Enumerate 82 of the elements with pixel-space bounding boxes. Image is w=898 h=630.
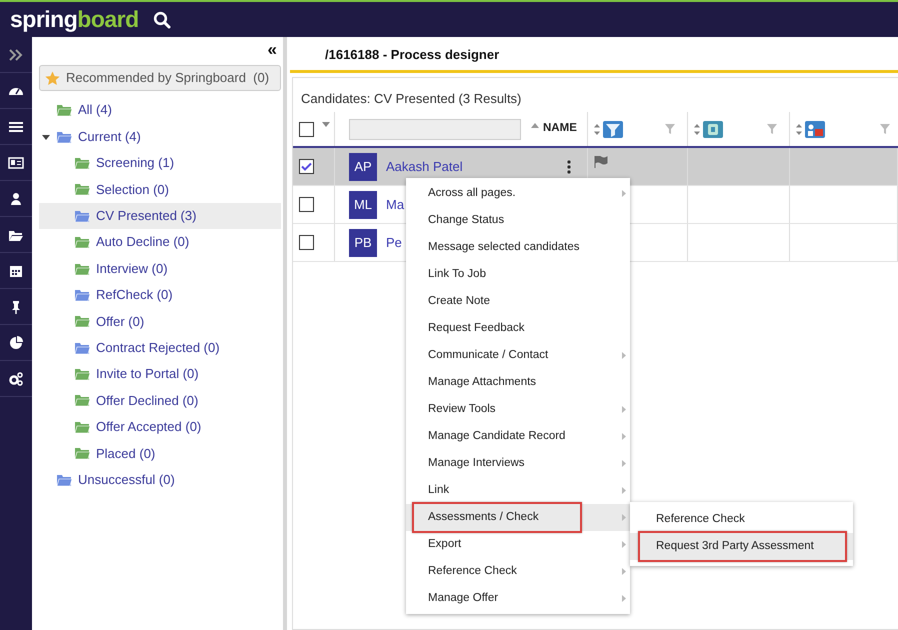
avatar: PB [349,228,377,256]
checkbox[interactable] [299,197,314,212]
menu-item[interactable]: Change Status [406,207,630,234]
filter-icon [603,120,624,138]
springboard-logo: springboard [10,8,139,31]
folder-icon [75,447,90,460]
menu-item[interactable]: Link [406,477,630,504]
tree-item[interactable]: Screening (1) [39,150,281,176]
candidate-name-link[interactable]: Ma [386,194,404,214]
checkbox[interactable] [299,235,314,250]
search-icon[interactable] [152,10,171,28]
menu-item[interactable]: Assessments / Check [406,504,630,531]
page-title: /1616188 - Process designer [325,46,500,64]
checkbox[interactable] [299,122,314,136]
menu-item[interactable]: Message selected candidates [406,234,630,261]
menu-item[interactable]: Request 3rd Party Assessment [630,533,853,560]
sort-icon[interactable] [796,124,802,134]
folder-icon [75,342,90,354]
dropdown-caret-icon[interactable] [322,122,330,126]
sort-icon[interactable] [531,122,539,128]
candidate-name-link[interactable]: Aakash Patel [386,156,463,176]
tree-item[interactable]: All (4) [39,97,281,124]
tree-item[interactable]: Placed (0) [39,440,281,466]
tree-item[interactable]: Current (4) [39,123,281,150]
menu-item[interactable]: Manage Candidate Record [406,423,630,450]
table-row[interactable]: AP Aakash Patel [293,148,898,186]
menu-item[interactable]: Communicate / Contact [406,342,630,369]
caret-down-icon[interactable] [42,132,50,141]
tree-item[interactable]: Offer Accepted (0) [39,414,281,440]
menu-item[interactable]: Reference Check [406,558,630,585]
folder-icon [75,420,90,433]
expand-icon[interactable] [8,46,24,62]
avatar: ML [349,190,377,218]
tree-item[interactable]: Selection (0) [39,176,281,203]
menu-item[interactable]: Request Feedback [406,315,630,342]
tree-item[interactable]: RefCheck (0) [39,282,281,308]
folder-icon [75,394,90,406]
tree-item[interactable]: Interview (0) [39,255,281,282]
folder-icon [75,156,90,169]
candidate-name-link[interactable]: Pe [386,232,402,252]
more-icon[interactable] [567,160,571,174]
checkbox[interactable] [299,159,314,174]
pie-chart-icon[interactable] [8,334,24,350]
sort-icon[interactable] [594,124,600,134]
person-icon[interactable] [8,190,24,206]
tree-item[interactable]: Contract Rejected (0) [39,334,281,361]
menu-item[interactable]: Export [406,531,630,558]
tree-item[interactable]: Offer Declined (0) [39,387,281,414]
gears-icon[interactable] [8,370,24,386]
tree-item[interactable]: Offer (0) [39,308,281,335]
folder-icon [75,210,90,222]
folder-icon [75,236,90,248]
tree-item[interactable]: Unsuccessful (0) [39,466,281,493]
folder-icon [75,183,90,196]
star-icon [45,70,60,86]
id-card-icon[interactable] [8,154,24,170]
menu-item[interactable]: Manage Interviews [406,450,630,477]
folder-icon [75,315,90,328]
menu-item[interactable]: Review Tools [406,396,630,423]
folder-icon [57,130,72,143]
menu-item[interactable]: Manage Offer [406,585,630,612]
menu-item[interactable]: Manage Attachments [406,369,630,396]
tree-item[interactable]: Invite to Portal (0) [39,360,281,388]
results-heading: Candidates: CV Presented (3 Results) [300,90,522,108]
tree-item[interactable]: Auto Decline (0) [39,228,281,256]
check-icon [301,162,312,171]
name-filter-field[interactable] [349,118,521,140]
sort-icon[interactable] [694,124,700,134]
folder-icon [57,104,72,116]
menu-item[interactable]: Link To Job [406,261,630,288]
folder-icon [75,288,90,301]
folder-icon [57,474,72,486]
column-header[interactable]: NAME [543,120,577,138]
recommended-button[interactable]: Recommended by Springboard (0) [39,65,281,91]
folder-icon [75,262,90,275]
menu-item[interactable]: Create Note [406,288,630,315]
avatar: AP [349,152,377,180]
tree-item[interactable]: CV Presented (3) [39,202,281,229]
menu-item[interactable]: Reference Check [630,506,853,533]
collapse-button[interactable]: « [268,41,277,59]
contact-card-icon [805,120,826,138]
folder-icon [75,368,90,380]
